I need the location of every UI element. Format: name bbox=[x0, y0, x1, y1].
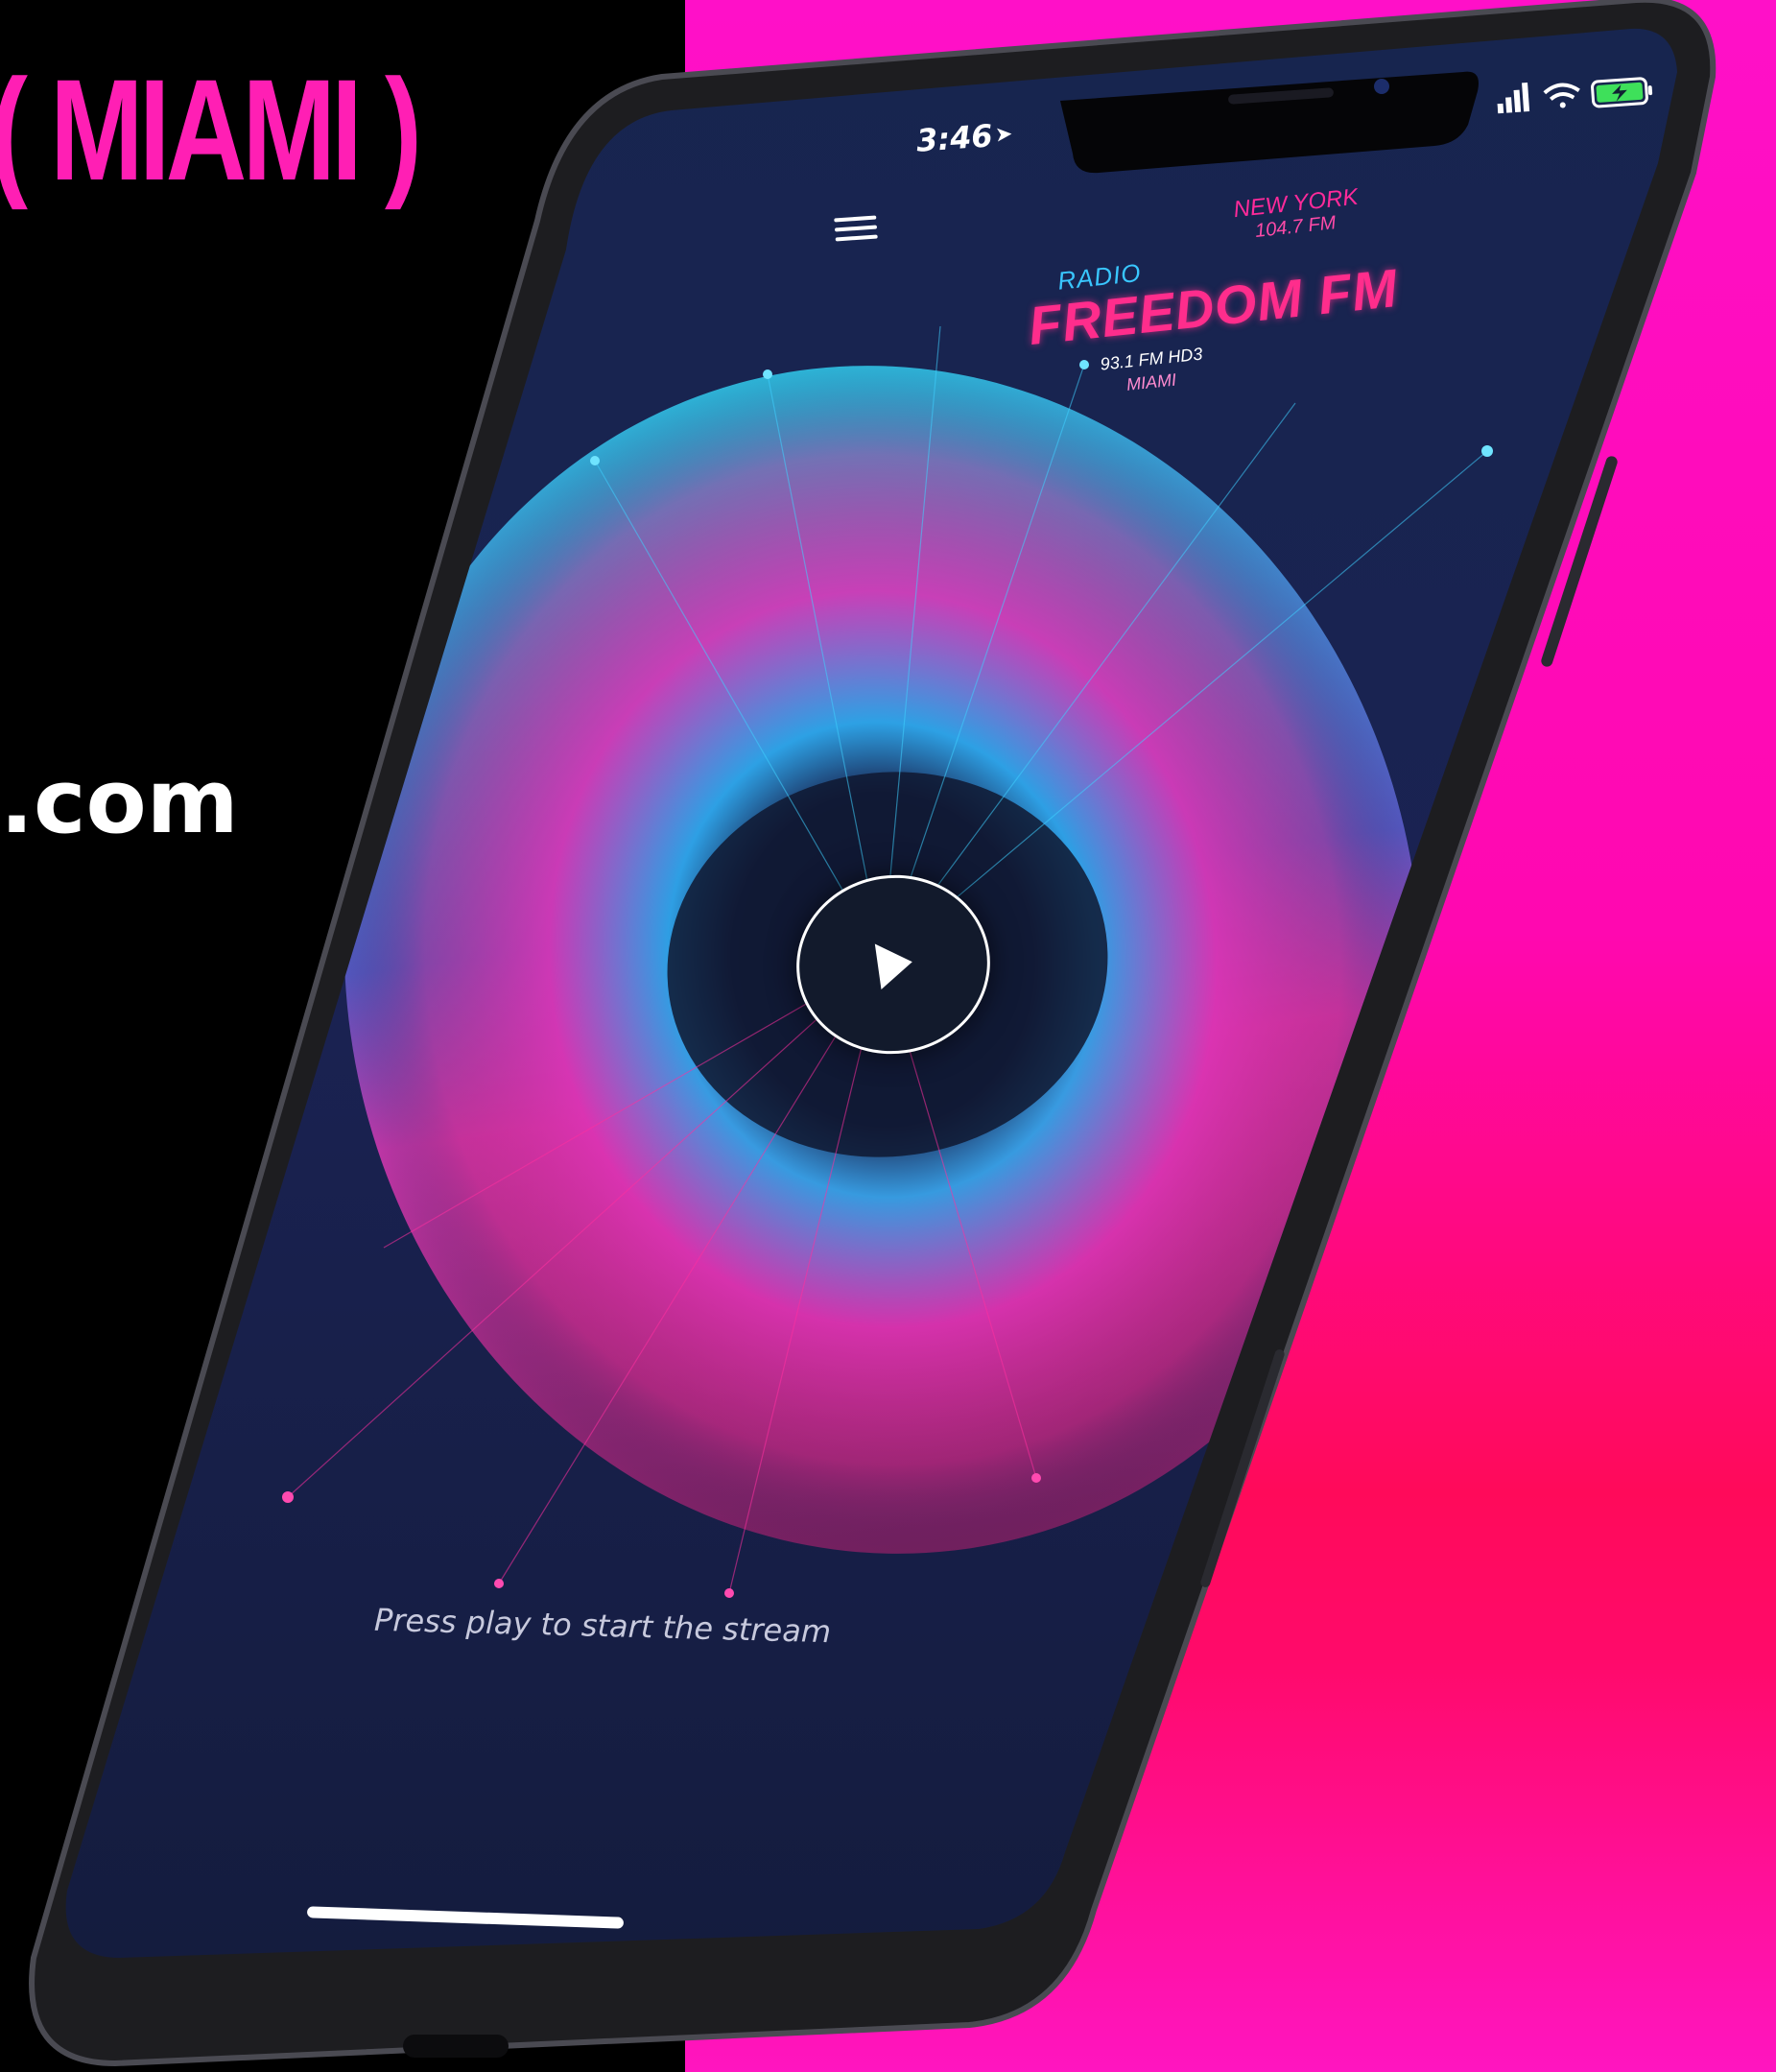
play-icon bbox=[874, 939, 916, 989]
battery-charging-icon bbox=[1591, 77, 1653, 108]
status-time: 3:46 bbox=[914, 117, 994, 159]
hamburger-menu-icon[interactable] bbox=[834, 210, 878, 248]
cellular-signal-icon bbox=[1497, 83, 1530, 114]
logo-bottom-city: MIAMI bbox=[1125, 369, 1177, 394]
wifi-icon bbox=[1543, 83, 1580, 108]
location-arrow-icon: ➤ bbox=[994, 122, 1014, 148]
station-logo: NEW YORK 104.7 FM RADIO FREEDOM FM 93.1 … bbox=[1007, 179, 1401, 417]
logo-bottom-frequency: 93.1 FM HD3 bbox=[1099, 344, 1204, 374]
